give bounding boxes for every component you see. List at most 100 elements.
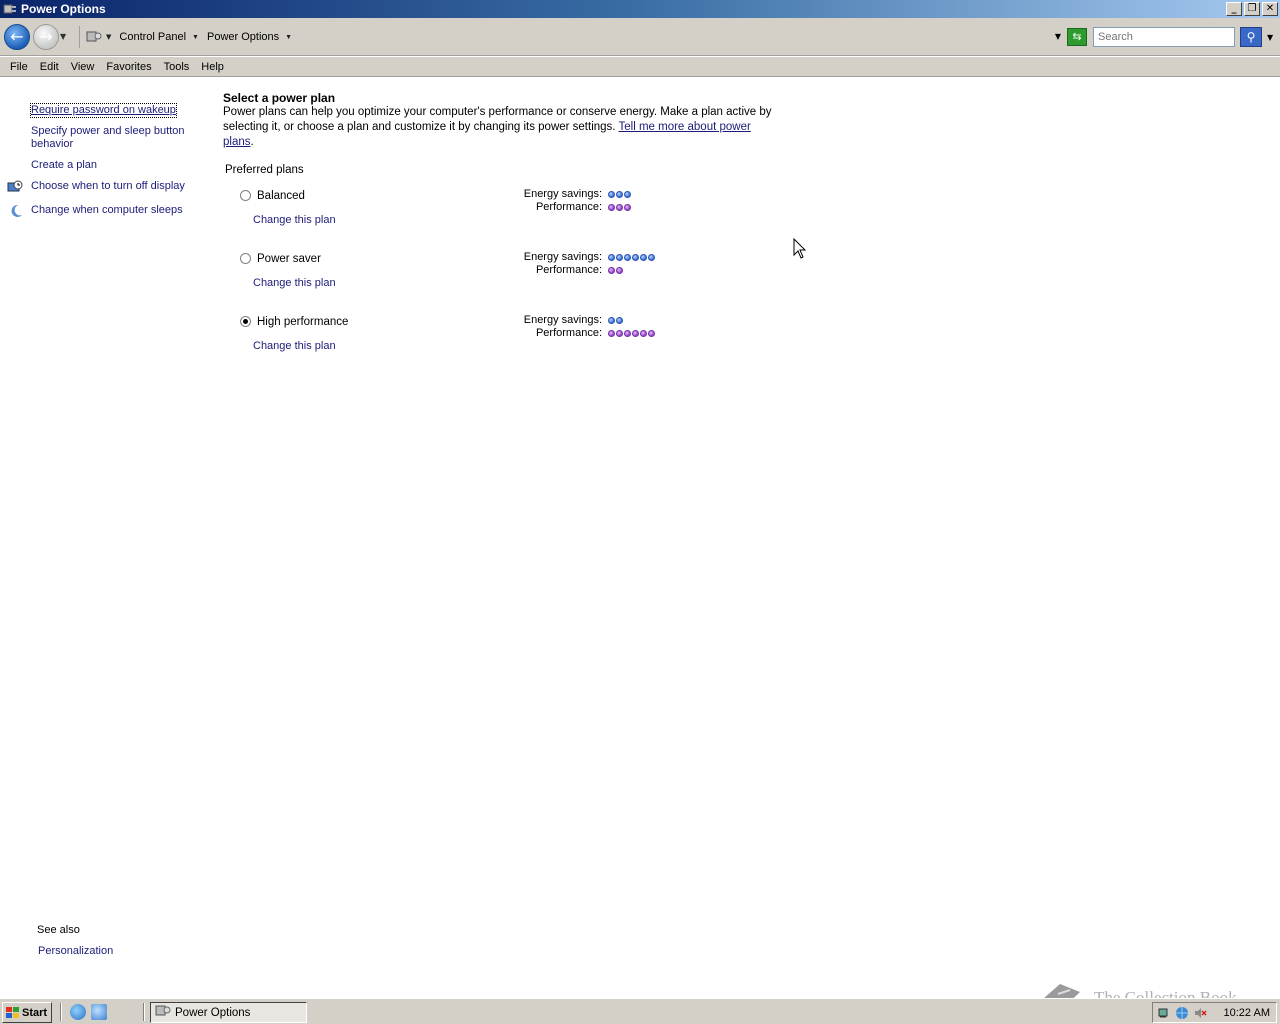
windows-flag-icon <box>6 1006 19 1019</box>
quicklaunch-separator <box>60 1003 62 1021</box>
plan-name-high-performance[interactable]: High performance <box>257 316 348 328</box>
performance-label: Performance: <box>535 264 602 276</box>
network-icon[interactable] <box>1157 1006 1171 1020</box>
plan-name-power-saver[interactable]: Power saver <box>257 253 321 265</box>
energy-savings-label: Energy savings: <box>523 188 602 200</box>
performance-dot <box>616 267 623 274</box>
display-clock-icon <box>7 179 23 195</box>
preferred-plans-label: Preferred plans <box>225 164 304 176</box>
power-options-icon <box>3 2 17 16</box>
performance-dot <box>640 330 647 337</box>
performance-label: Performance: <box>535 201 602 213</box>
address-box[interactable]: ▼ Control Panel ▼ Power Options ▼ ▼ <box>79 26 1063 48</box>
specify-power-button-link[interactable]: Specify power and sleep button behavior <box>31 125 185 151</box>
page-description: Power plans can help you optimize your c… <box>223 106 772 148</box>
arrow-right-icon: → <box>39 27 53 46</box>
energy-dot <box>608 317 615 324</box>
performance-label: Performance: <box>535 327 602 339</box>
start-button[interactable]: Start <box>2 1002 52 1023</box>
radio-balanced[interactable] <box>240 190 251 201</box>
menu-help[interactable]: Help <box>195 61 230 73</box>
back-button[interactable]: ← <box>4 24 30 50</box>
menu-file[interactable]: File <box>4 61 34 73</box>
internet-explorer-icon[interactable] <box>70 1004 86 1020</box>
change-plan-high-performance-link[interactable]: Change this plan <box>253 340 336 352</box>
radio-high-performance[interactable] <box>240 316 251 327</box>
taskbar: Start Power Options 10:22 AM <box>0 998 1280 1024</box>
performance-dot <box>632 330 639 337</box>
menu-tools[interactable]: Tools <box>158 61 196 73</box>
quicklaunch-separator <box>143 1003 145 1021</box>
taskbar-button-power-options[interactable]: Power Options <box>150 1002 307 1023</box>
energy-savings-label: Energy savings: <box>523 251 602 263</box>
personalization-link[interactable]: Personalization <box>38 945 113 957</box>
search-button[interactable]: ⚲ <box>1240 27 1262 47</box>
performance-dot <box>616 204 623 211</box>
refresh-button[interactable]: ⇆ <box>1067 28 1087 46</box>
require-password-link[interactable]: Require password on wakeup <box>30 103 177 118</box>
plan-name-balanced[interactable]: Balanced <box>257 190 305 202</box>
energy-dot <box>616 254 623 261</box>
search-icon: ⚲ <box>1246 30 1256 44</box>
window-title: Power Options <box>21 2 106 16</box>
page-title: Select a power plan <box>223 91 336 105</box>
energy-savings-label: Energy savings: <box>523 314 602 326</box>
breadcrumb-control-panel[interactable]: Control Panel ▼ <box>119 31 199 43</box>
energy-dots-balanced <box>608 191 631 198</box>
performance-dot <box>608 330 615 337</box>
volume-muted-icon[interactable] <box>1193 1006 1207 1020</box>
chevron-down-icon[interactable]: ▼ <box>192 34 199 41</box>
energy-dot <box>624 191 631 198</box>
energy-dot <box>616 317 623 324</box>
menu-view[interactable]: View <box>65 61 101 73</box>
refresh-icon: ⇆ <box>1072 30 1082 43</box>
forward-button[interactable]: → <box>33 24 59 50</box>
performance-dot <box>624 204 631 211</box>
energy-dot <box>640 254 647 261</box>
chevron-down-icon[interactable]: ▼ <box>285 34 292 41</box>
menu-favorites[interactable]: Favorites <box>100 61 157 73</box>
mouse-cursor-icon <box>793 238 807 259</box>
explorer-icon[interactable] <box>91 1004 107 1020</box>
close-button[interactable]: ✕ <box>1262 2 1278 16</box>
recent-pages-dropdown[interactable]: ▼ <box>60 32 66 41</box>
performance-dots-balanced <box>608 204 631 211</box>
energy-dots-power-saver <box>608 254 655 261</box>
radio-power-saver[interactable] <box>240 253 251 264</box>
performance-dot <box>608 267 615 274</box>
energy-dots-high-performance <box>608 317 623 324</box>
breadcrumb-power-options[interactable]: Power Options ▼ <box>207 31 292 43</box>
minimize-button[interactable]: _ <box>1226 2 1242 16</box>
menu-bar: File Edit View Favorites Tools Help <box>0 57 1280 77</box>
chevron-down-icon[interactable]: ▼ <box>106 33 111 41</box>
energy-dot <box>608 191 615 198</box>
change-plan-power-saver-link[interactable]: Change this plan <box>253 277 336 289</box>
address-toolbar: ← → ▼ ▼ Control Panel ▼ Power Options ▼ … <box>0 18 1280 56</box>
energy-dot <box>624 254 631 261</box>
group-divider <box>311 171 788 172</box>
see-also-heading: See also <box>37 924 80 936</box>
menu-edit[interactable]: Edit <box>34 61 65 73</box>
energy-dot <box>608 254 615 261</box>
computer-sleeps-link[interactable]: Change when computer sleeps <box>31 204 183 217</box>
performance-dot <box>624 330 631 337</box>
create-plan-link[interactable]: Create a plan <box>31 159 97 172</box>
performance-dot <box>608 204 615 211</box>
power-options-icon <box>155 1004 171 1021</box>
energy-dot <box>616 191 623 198</box>
control-panel-icon <box>86 30 102 44</box>
performance-dots-power-saver <box>608 267 623 274</box>
search-options-dropdown[interactable]: ▼ <box>1267 33 1273 42</box>
system-tray: 10:22 AM <box>1152 1002 1277 1023</box>
clock[interactable]: 10:22 AM <box>1224 1007 1270 1019</box>
performance-dot <box>648 330 655 337</box>
arrow-left-icon: ← <box>10 27 24 46</box>
turn-off-display-link[interactable]: Choose when to turn off display <box>31 180 185 193</box>
title-bar: Power Options _ ❐ ✕ <box>0 0 1280 18</box>
search-input[interactable] <box>1093 27 1235 47</box>
restore-button[interactable]: ❐ <box>1244 2 1260 16</box>
address-history-dropdown[interactable]: ▼ <box>1055 32 1061 41</box>
globe-icon[interactable] <box>1175 1006 1189 1020</box>
energy-dot <box>648 254 655 261</box>
change-plan-balanced-link[interactable]: Change this plan <box>253 214 336 226</box>
